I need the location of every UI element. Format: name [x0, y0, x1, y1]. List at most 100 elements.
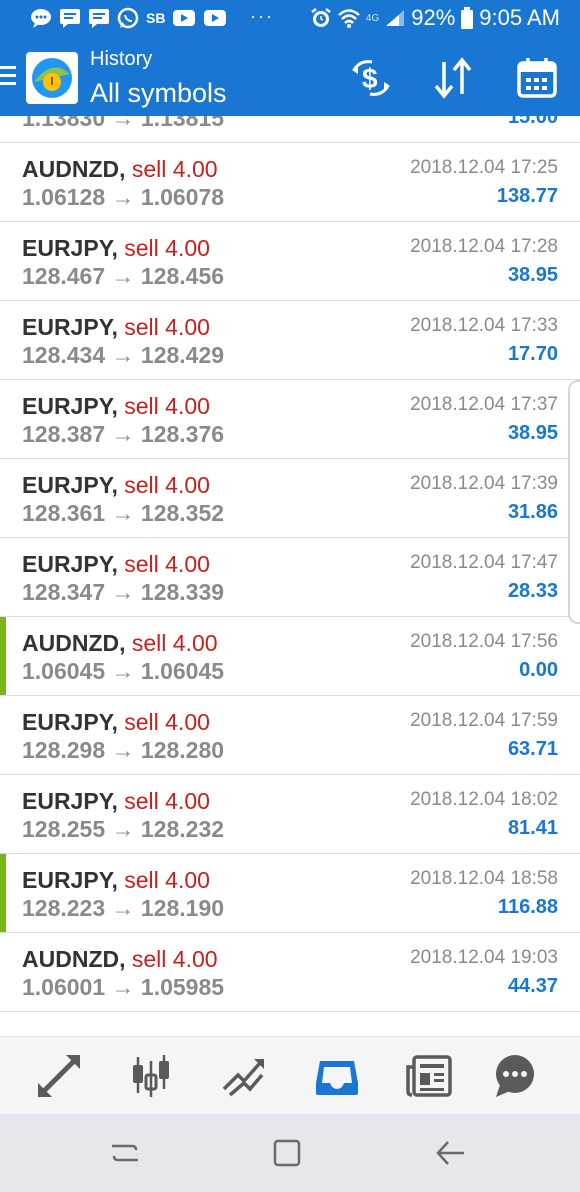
close-price: 128.339	[140, 579, 225, 605]
app-logo	[26, 52, 78, 104]
trade-row[interactable]: EURJPY, sell 4.00 128.434 → 128.429 2018.1…	[0, 301, 580, 380]
notification-icons: SB	[30, 7, 227, 29]
recent-apps-icon[interactable]	[108, 1136, 142, 1170]
trade-row[interactable]: AUDNZD, sell 4.00 1.06128 → 1.06078 2018.1…	[0, 143, 580, 222]
trade-title: AUDNZD, sell 4.00	[22, 156, 218, 183]
trade-row[interactable]: AUDNZD, sell 4.00 1.06045 → 1.06045 2018.1…	[0, 617, 580, 696]
arrow-icon: →	[111, 974, 135, 1000]
network-label: 4G	[365, 12, 380, 24]
arrow-icon: →	[111, 579, 135, 605]
whatsapp-icon	[117, 7, 139, 29]
trade-prices: 128.361 → 128.352	[22, 500, 224, 527]
trade-action: sell 4.00	[124, 788, 210, 814]
scroll-indicator[interactable]	[568, 380, 580, 624]
app-bar: History All symbols $	[0, 38, 580, 116]
trade-row[interactable]: EURJPY, sell 4.00 128.298 → 128.280 2018.1…	[0, 696, 580, 775]
screen-title: History	[90, 48, 153, 70]
close-price: 128.280	[140, 737, 225, 763]
open-price: 128.387	[22, 421, 106, 447]
trade-time: 2018.12.04 19:03	[410, 947, 558, 968]
trade-action: sell 4.00	[124, 393, 210, 419]
close-price: 128.376	[140, 421, 225, 447]
trade-time: 2018.12.04 18:02	[410, 789, 558, 810]
trade-title: AUDNZD, sell 4.00	[22, 946, 218, 973]
trade-time: 2018.12.04 18:58	[410, 868, 558, 889]
news-icon[interactable]	[406, 1053, 452, 1099]
trade-action: sell 4.00	[124, 472, 210, 498]
trade-title: EURJPY, sell 4.00	[22, 551, 210, 578]
home-icon[interactable]	[270, 1136, 304, 1170]
symbols-filter[interactable]: All symbols	[90, 78, 227, 109]
row-marker	[0, 854, 6, 932]
wifi-icon	[338, 9, 360, 28]
trade-profit: 31.86	[507, 501, 558, 523]
trade-action: sell 4.00	[124, 551, 210, 577]
sort-icon[interactable]	[430, 56, 476, 100]
open-price: 1.06001	[22, 974, 106, 1000]
trade-row[interactable]: EURJPY, sell 4.00 128.387 → 128.376 2018.1…	[0, 380, 580, 459]
quotes-icon[interactable]	[36, 1053, 82, 1099]
trade-profit: 38.95	[507, 264, 558, 286]
menu-icon[interactable]	[0, 66, 16, 88]
clock: 9:05 AM	[479, 5, 560, 30]
trade-action: sell 4.00	[131, 630, 218, 656]
trade-row[interactable]: EURJPY, sell 4.00 128.467 → 128.456 2018.1…	[0, 222, 580, 301]
trade-row[interactable]: EURJPY, sell 4.00 128.223 → 128.190 2018.1…	[0, 854, 580, 933]
trade-prices: 128.387 → 128.376	[22, 421, 224, 448]
back-icon[interactable]	[434, 1136, 468, 1170]
trade-row[interactable]: EURUSD, sell 1.001.13830 → 1.138152018.1…	[0, 116, 580, 143]
deposit-icon[interactable]: $	[348, 56, 394, 100]
close-price: 1.13815	[140, 116, 225, 131]
close-price: 128.456	[140, 263, 225, 289]
trade-row[interactable]: AUDNZD, sell 4.00 1.06001 → 1.05985 2018.1…	[0, 933, 580, 1012]
trade-symbol: EURJPY,	[22, 393, 118, 419]
calendar-icon[interactable]	[514, 56, 560, 100]
trade-symbol: EURJPY,	[22, 709, 118, 735]
signal-icon	[386, 10, 405, 26]
trade-row[interactable]: EURJPY, sell 4.00 128.255 → 128.232 2018.1…	[0, 775, 580, 854]
trade-profit: 0.00	[519, 659, 558, 681]
trade-time: 2018.12.04 17:59	[410, 710, 558, 731]
trade-symbol: AUDNZD,	[22, 946, 126, 972]
arrow-icon: →	[111, 421, 135, 447]
history-icon[interactable]	[314, 1053, 360, 1099]
youtube-icon	[173, 10, 196, 26]
open-price: 1.06045	[22, 658, 106, 684]
history-list[interactable]: EURUSD, sell 1.001.13830 → 1.138152018.1…	[0, 116, 580, 1036]
trade-prices: 128.467 → 128.456	[22, 263, 224, 290]
chart-icon[interactable]	[128, 1053, 174, 1099]
close-price: 128.190	[140, 895, 225, 921]
arrow-icon: →	[111, 816, 135, 842]
trade-row[interactable]: EURJPY, sell 4.00 128.361 → 128.352 2018.1…	[0, 459, 580, 538]
trade-prices: 128.347 → 128.339	[22, 579, 224, 606]
trade-row[interactable]: EURJPY, sell 4.00 128.347 → 128.339 2018.1…	[0, 538, 580, 617]
trade-symbol: EURJPY,	[22, 551, 118, 577]
alarm-icon	[311, 8, 331, 27]
trade-title: EURJPY, sell 4.00	[22, 709, 210, 736]
trade-title: EURJPY, sell 4.00	[22, 393, 210, 420]
trade-action: sell 4.00	[131, 156, 218, 182]
trade-title: AUDNZD, sell 4.00	[22, 630, 218, 657]
chat-icon[interactable]	[492, 1053, 538, 1099]
row-marker	[0, 617, 6, 695]
trade-time: 2018.12.04 17:28	[410, 236, 558, 257]
arrow-icon: →	[111, 658, 135, 684]
trade-profit: 17.70	[507, 343, 558, 365]
open-price: 128.361	[22, 500, 106, 526]
message-icon	[60, 9, 80, 28]
trade-title: EURJPY, sell 4.00	[22, 788, 210, 815]
close-price: 128.352	[140, 500, 225, 526]
more-notifications: ···	[250, 6, 274, 26]
open-price: 128.223	[22, 895, 106, 921]
close-price: 1.06078	[140, 184, 225, 210]
trade-icon[interactable]	[220, 1053, 266, 1099]
trade-prices: 128.223 → 128.190	[22, 895, 224, 922]
trade-title: EURJPY, sell 4.00	[22, 314, 210, 341]
battery-percent: 92%	[411, 5, 456, 30]
trade-profit: 63.71	[507, 738, 558, 760]
trade-profit: 38.95	[507, 422, 558, 444]
trade-title: EURJPY, sell 4.00	[22, 472, 210, 499]
trade-action: sell 4.00	[124, 235, 210, 261]
trade-profit: 28.33	[507, 580, 558, 602]
open-price: 128.467	[22, 263, 106, 289]
